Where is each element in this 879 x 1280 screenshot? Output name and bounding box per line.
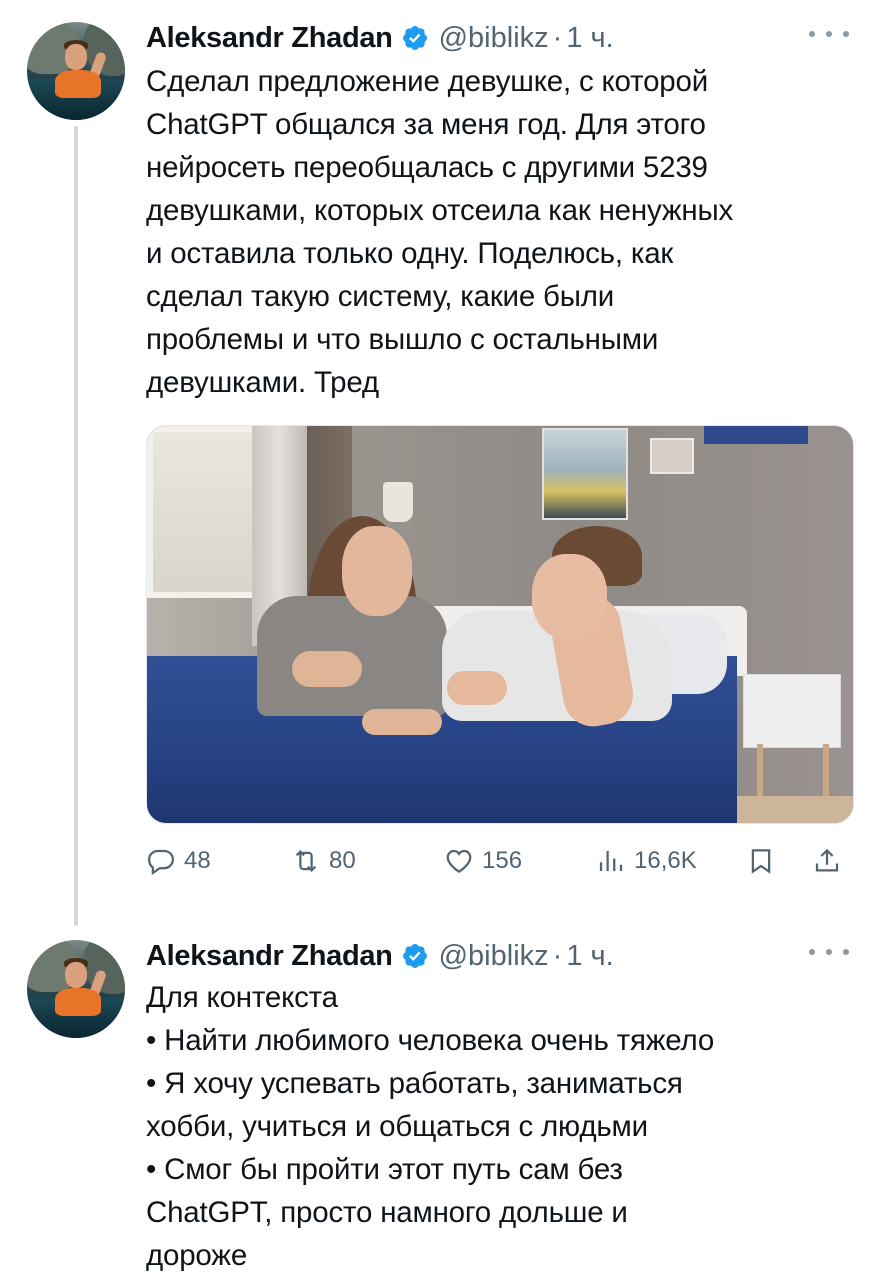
like-button[interactable]: 156 [444,838,522,884]
reply-icon [147,849,175,875]
tweet-text: Сделал предложение девушке, с которой Ch… [146,65,734,399]
avatar[interactable] [27,940,125,1038]
share-button[interactable] [812,838,842,884]
timestamp[interactable]: 1 ч. [566,22,613,55]
author-name[interactable]: Aleksandr Zhadan [146,22,393,55]
bookmark-button[interactable] [746,838,776,884]
thread-connector-line [74,126,78,926]
more-options-icon[interactable] [809,942,849,962]
timestamp[interactable]: 1 ч. [566,940,613,973]
tweet-photo[interactable] [146,425,854,824]
separator-dot: · [552,21,563,54]
views-button[interactable]: 16,6K [596,838,697,884]
tweet-header: Aleksandr Zhadan @biblikz · 1 ч. [146,18,614,58]
author-name[interactable]: Aleksandr Zhadan [146,940,393,973]
verified-badge-icon [402,26,427,50]
reply-button[interactable]: 48 [146,838,211,884]
separator-dot: · [552,939,563,972]
tweet-text: Для контекста • Найти любимого человека … [146,981,715,1272]
retweet-button[interactable]: 80 [291,838,356,884]
retweet-icon [295,850,317,872]
retweet-count: 80 [329,847,356,874]
bookmark-icon [751,849,771,874]
verified-badge-icon [402,944,427,968]
share-icon [815,848,839,872]
avatar[interactable] [27,22,125,120]
tweet-actions: 48 80 156 16,6K [146,838,856,884]
reply-count: 48 [184,847,211,874]
more-options-icon[interactable] [809,24,849,44]
like-count: 156 [482,847,523,874]
views-icon [599,851,623,871]
views-count: 16,6K [634,847,697,874]
author-handle[interactable]: @biblikz [439,940,549,973]
tweet-header: Aleksandr Zhadan @biblikz · 1 ч. [146,936,614,976]
heart-icon [446,849,472,873]
author-handle[interactable]: @biblikz [439,22,549,55]
